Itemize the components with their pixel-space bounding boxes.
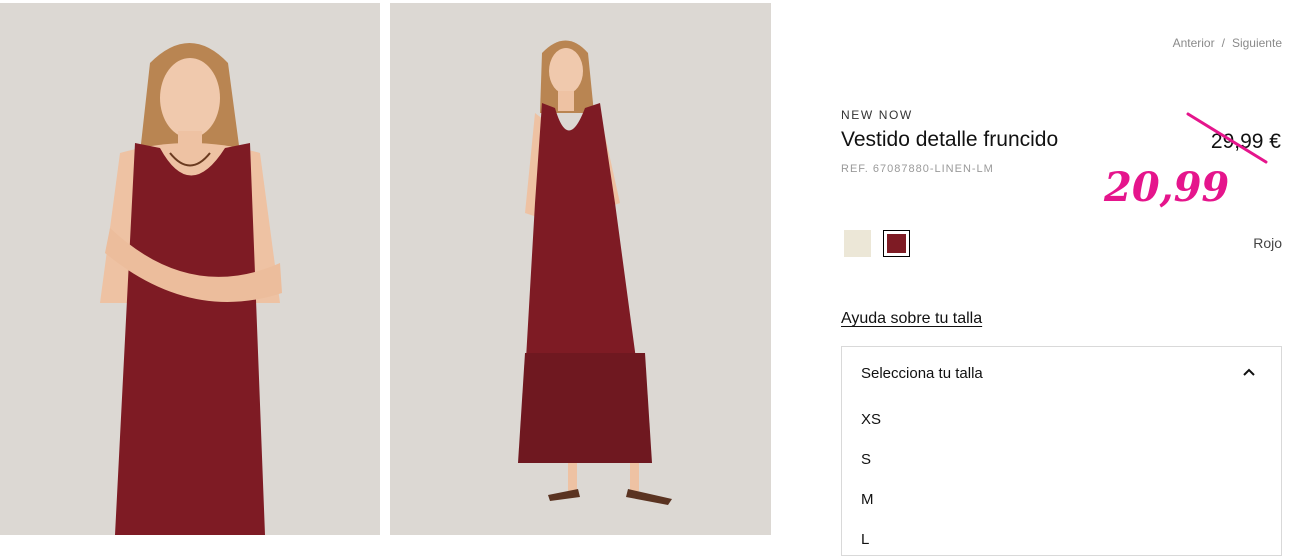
product-title: Vestido detalle fruncido [841,128,1059,151]
size-option-s[interactable]: S [861,451,871,468]
model-photo-closeup [0,3,380,535]
selected-color-name: Rojo [1253,235,1282,251]
price-strikethrough [1186,112,1268,164]
size-option-xs[interactable]: XS [861,411,881,428]
red-color-swatch[interactable] [883,230,910,257]
chevron-up-icon[interactable] [1243,368,1255,376]
cream-color-swatch[interactable] [844,230,871,257]
previous-link[interactable]: Anterior [1173,36,1215,50]
size-dropdown-placeholder[interactable]: Selecciona tu talla [861,365,983,382]
next-link[interactable]: Siguiente [1232,36,1282,50]
new-now-label: NEW NOW [841,108,913,122]
nav-separator: / [1221,36,1225,50]
size-option-l[interactable]: L [861,531,869,548]
product-photo-full[interactable] [390,3,771,535]
size-dropdown[interactable]: Selecciona tu talla XS S M L [841,346,1282,556]
red-swatch-fill [887,234,906,253]
product-navigation: Anterior / Siguiente [1173,36,1282,50]
product-reference: REF. 67087880-LINEN-LM [841,163,994,175]
sale-price: 20,99 [1104,164,1230,211]
product-photo-main[interactable] [0,3,380,535]
size-help-link[interactable]: Ayuda sobre tu talla [841,310,982,328]
size-option-m[interactable]: M [861,491,874,508]
model-photo-fullbody [390,3,771,535]
